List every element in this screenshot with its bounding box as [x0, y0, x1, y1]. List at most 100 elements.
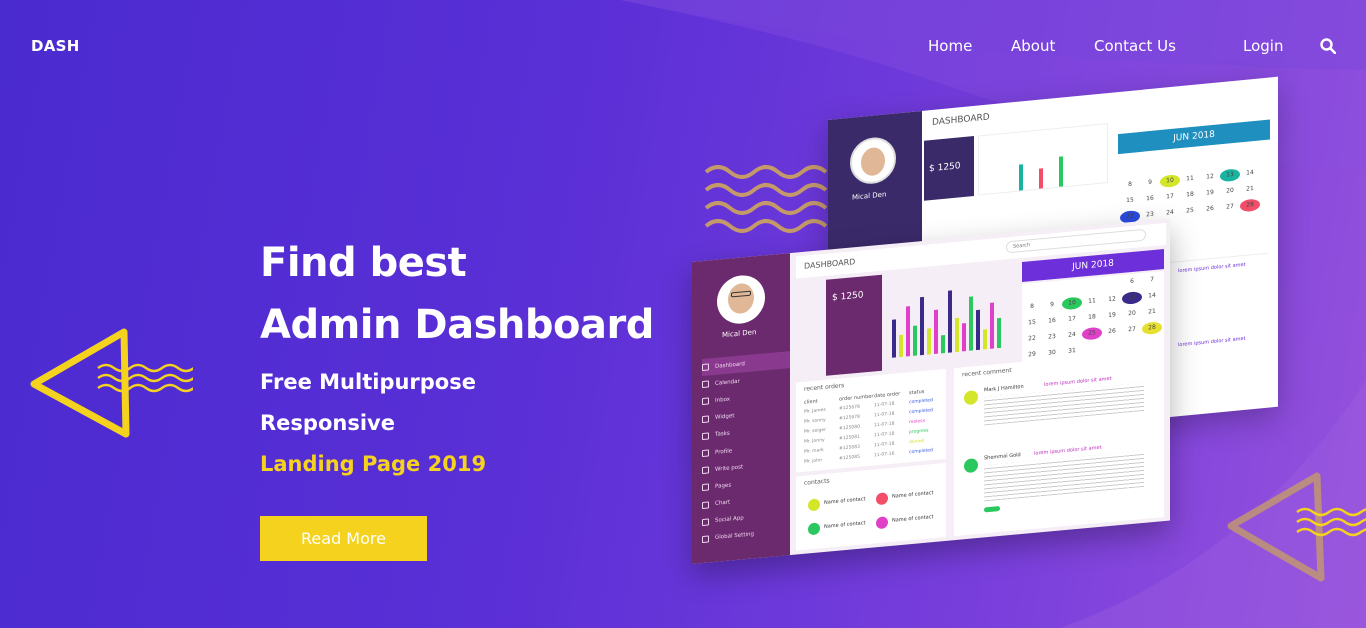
contact-avatar	[808, 522, 820, 536]
front-sidebar: Mical Den Dashboard Calendar Inbox Widget Ta…	[692, 253, 790, 564]
calendar-day[interactable]: 15	[1022, 316, 1042, 330]
calendar-day	[1082, 279, 1102, 293]
calendar-day[interactable]: 20	[1220, 184, 1240, 198]
front-menu: Dashboard Calendar Inbox Widget Tasks Profile…	[702, 351, 790, 548]
calendar-day[interactable]: 27	[1220, 200, 1240, 214]
calendar-day[interactable]: 19	[1200, 186, 1220, 200]
calendar-day[interactable]: 12	[1200, 170, 1220, 184]
back-user-name: Mical Den	[852, 190, 887, 202]
calendar-day	[1160, 158, 1180, 172]
chart-bar	[906, 306, 910, 357]
calendar-day[interactable]: 10	[1160, 174, 1180, 189]
calendar-day[interactable]: 26	[1200, 202, 1220, 216]
back-dashboard-title: DASHBOARD	[932, 112, 990, 128]
read-more-button[interactable]: Read More	[260, 516, 427, 561]
calendar-day[interactable]: 6	[1122, 275, 1142, 289]
calendar-day[interactable]: 24	[1062, 329, 1082, 343]
calendar-day[interactable]: 20	[1122, 307, 1142, 321]
contacts-panel: contacts Name of contact Name of contact…	[796, 462, 946, 551]
nav-about[interactable]: About	[1011, 37, 1055, 55]
nav-home[interactable]: Home	[928, 37, 972, 55]
menu-icon	[702, 535, 709, 544]
calendar-day[interactable]: 28	[1142, 321, 1162, 336]
calendar-day[interactable]: 14	[1142, 289, 1162, 303]
hero-subtitle-2: Responsive	[260, 411, 395, 435]
menu-icon	[702, 415, 709, 423]
calendar-day[interactable]: 24	[1160, 206, 1180, 220]
contact-avatar	[876, 492, 888, 506]
menu-icon	[702, 397, 709, 406]
nav-login[interactable]: Login	[1243, 37, 1283, 55]
nav-contact[interactable]: Contact Us	[1094, 37, 1176, 55]
calendar-day	[1022, 284, 1042, 298]
hero-subtitle-1: Free Multipurpose	[260, 370, 476, 394]
calendar-day[interactable]: 7	[1142, 273, 1162, 287]
front-bar-chart	[892, 290, 1001, 358]
chart-bar	[899, 334, 903, 358]
recent-orders-panel: recent orders client order number date ord…	[796, 368, 946, 473]
calendar-day[interactable]: 17	[1160, 190, 1180, 204]
calendar-day[interactable]: 16	[1042, 314, 1062, 328]
chart-bar	[920, 296, 924, 356]
calendar-day[interactable]: 15	[1120, 194, 1140, 208]
calendar-day[interactable]: 22	[1022, 332, 1042, 346]
menu-icon	[702, 380, 709, 389]
calendar-day[interactable]: 26	[1102, 325, 1122, 339]
front-stat-value: $ 1250	[832, 290, 864, 304]
calendar-day[interactable]: 8	[1022, 300, 1042, 314]
calendar-day[interactable]: 21	[1240, 182, 1260, 196]
calendar-day[interactable]: 19	[1102, 309, 1122, 323]
calendar-day[interactable]: 27	[1122, 323, 1142, 337]
calendar-day[interactable]: 14	[1240, 166, 1260, 180]
search-icon[interactable]	[1320, 38, 1336, 54]
front-search-field[interactable]: Search	[1006, 228, 1146, 254]
table-cell: #125085	[839, 454, 860, 462]
table-cell: completed	[909, 448, 933, 456]
chart-bar	[969, 296, 973, 351]
menu-item-label: Calendar	[715, 378, 740, 387]
contact-name: Name of contact	[892, 490, 934, 500]
calendar-day[interactable]: 13	[1122, 291, 1142, 305]
menu-icon	[702, 483, 709, 492]
calendar-day[interactable]: 8	[1120, 178, 1140, 192]
wavy-lines-decoration	[704, 165, 828, 233]
calendar-day[interactable]: 23	[1042, 330, 1062, 344]
calendar-day[interactable]: 25	[1082, 326, 1102, 341]
contact-avatar	[808, 498, 820, 512]
calendar-day	[1220, 152, 1240, 166]
calendar-day	[1120, 162, 1140, 176]
recent-comment-panel: recent comment Mark J Hamilton lorem ips…	[954, 349, 1164, 537]
calendar-day[interactable]: 28	[1240, 198, 1260, 213]
calendar-day[interactable]: 11	[1082, 295, 1102, 309]
calendar-day[interactable]: 18	[1082, 311, 1102, 325]
calendar-day[interactable]: 25	[1180, 204, 1200, 218]
calendar-day[interactable]: 9	[1140, 176, 1160, 190]
hero-title-line2: Admin Dashboard	[260, 302, 654, 348]
calendar-day[interactable]: 9	[1042, 298, 1062, 312]
menu-item-label: Dashboard	[715, 360, 745, 370]
chart-bar	[892, 319, 896, 358]
back-calendar-year: 2018	[1191, 129, 1215, 142]
menu-item-label: Profile	[715, 447, 733, 456]
front-calendar-month: JUN	[1072, 260, 1089, 273]
comment-reply-badge[interactable]	[984, 505, 1000, 513]
calendar-day[interactable]: 16	[1140, 192, 1160, 206]
contacts-title: contacts	[804, 477, 830, 487]
logo[interactable]: DASH	[31, 37, 80, 55]
calendar-day	[1062, 281, 1082, 295]
back-comment-tag-2: lorem ipsum dolor sit amet	[1178, 335, 1246, 349]
comment-author: Shemmai Gold	[984, 452, 1021, 462]
calendar-day[interactable]: 13	[1220, 168, 1240, 183]
calendar-day[interactable]: 18	[1180, 188, 1200, 202]
calendar-day	[1200, 154, 1220, 168]
recent-comment-title: recent comment	[962, 366, 1012, 379]
calendar-day[interactable]: 10	[1062, 296, 1082, 311]
hero-title: Find best Admin Dashboard	[260, 232, 654, 356]
calendar-day[interactable]: 11	[1180, 172, 1200, 186]
top-nav: DASH Home About Contact Us Login	[0, 0, 1366, 92]
calendar-day[interactable]: 21	[1142, 305, 1162, 319]
back-avatar	[850, 135, 896, 186]
calendar-day[interactable]: 17	[1062, 313, 1082, 327]
calendar-day[interactable]: 12	[1102, 293, 1122, 307]
chart-bar	[913, 325, 917, 356]
